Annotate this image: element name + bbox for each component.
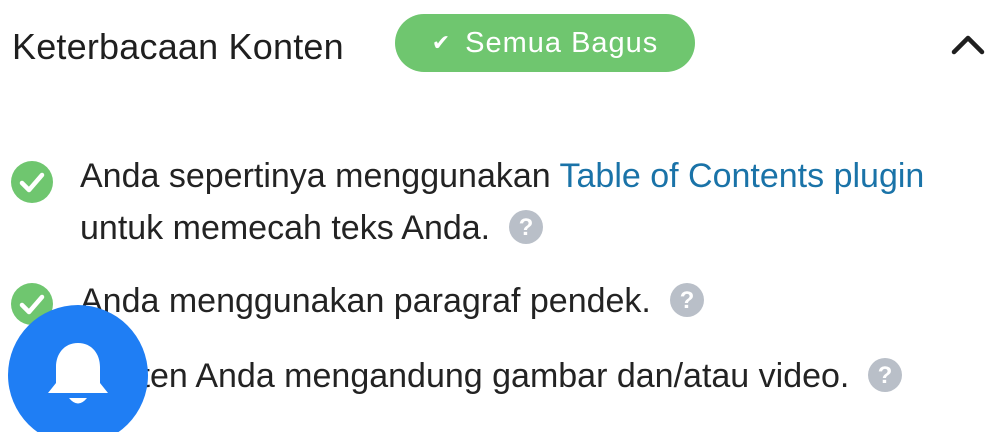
item-text-after: untuk memecah teks Anda. — [80, 209, 491, 247]
table-of-contents-link[interactable]: Table of Contents plugin — [560, 157, 925, 195]
item-text: Anda sepertinya menggunakan Table of Con… — [80, 150, 988, 254]
question-circle-icon[interactable]: ? — [669, 281, 705, 318]
item-text-content: Anda menggunakan paragraf pendek. — [80, 282, 651, 320]
svg-text:?: ? — [680, 287, 695, 314]
question-circle-icon[interactable]: ? — [508, 208, 544, 245]
svg-text:?: ? — [878, 362, 893, 389]
panel-header[interactable]: Keterbacaan Konten ✔ Semua Bagus — [0, 0, 996, 90]
item-text-content: Konten Anda mengandung gambar dan/atau v… — [80, 357, 850, 395]
chevron-up-icon[interactable] — [948, 26, 988, 62]
svg-text:?: ? — [519, 214, 534, 241]
content-readability-panel: Keterbacaan Konten ✔ Semua Bagus Anda se… — [0, 0, 996, 432]
bell-icon — [48, 343, 108, 404]
question-circle-icon[interactable]: ? — [867, 356, 903, 393]
panel-title: Keterbacaan Konten — [12, 26, 344, 67]
notification-bell-button[interactable] — [8, 305, 148, 432]
status-badge: ✔ Semua Bagus — [395, 14, 695, 72]
item-text: Konten Anda mengandung gambar dan/atau v… — [80, 350, 988, 402]
item-text-before: Anda sepertinya menggunakan — [80, 157, 560, 195]
check-circle-icon — [10, 160, 54, 204]
badge-check-icon: ✔ — [431, 30, 452, 55]
badge-label: Semua Bagus — [465, 26, 659, 59]
item-text: Anda menggunakan paragraf pendek.? — [80, 275, 988, 327]
